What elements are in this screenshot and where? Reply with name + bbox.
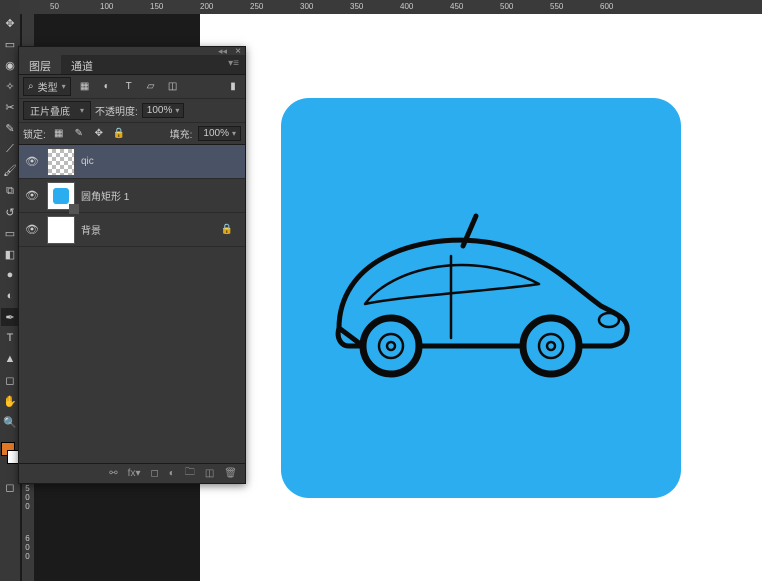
visibility-icon[interactable]: 👁 <box>23 155 41 168</box>
blend-mode-select[interactable]: 正片叠底 ▾ <box>23 101 91 120</box>
stamp-tool-icon[interactable]: ⧉ <box>1 182 19 200</box>
filter-shape-icon[interactable]: ▱ <box>143 79 159 95</box>
path-select-tool-icon[interactable]: ▲ <box>1 350 19 368</box>
dodge-tool-icon[interactable]: ◐ <box>1 287 19 305</box>
panel-header[interactable]: ◂◂ × <box>19 47 245 55</box>
link-layers-icon[interactable]: ⚯ <box>109 468 117 479</box>
shape-tool-icon[interactable]: ◻ <box>1 371 19 389</box>
layer-row[interactable]: 👁 qic <box>19 145 245 179</box>
fx-icon[interactable]: fx▾ <box>128 468 141 479</box>
group-icon[interactable]: 🗀 <box>185 465 195 482</box>
move-tool-icon[interactable]: ✥ <box>1 14 19 32</box>
lock-position-icon[interactable]: ✥ <box>92 127 106 141</box>
lock-indicator-icon: 🔒 <box>221 224 241 235</box>
filter-toggle-icon[interactable]: ▮ <box>225 79 241 95</box>
tools-toolbar: ✥ ▭ ◉ ✧ ✂ ✎ ⟋ 🖌 ⧉ ↺ ▭ ◧ ● ◐ ✒ T ▲ ◻ ✋ 🔍 … <box>0 0 20 581</box>
visibility-icon[interactable]: 👁 <box>23 189 41 202</box>
opacity-label: 不透明度: <box>95 103 138 118</box>
search-icon: ⌕ <box>28 81 34 92</box>
layers-footer: ⚯ fx▾ ◻ ◐ 🗀 ◫ 🗑 <box>19 463 245 483</box>
layer-thumbnail[interactable] <box>47 216 75 244</box>
layer-name[interactable]: 圆角矩形 1 <box>81 188 129 203</box>
photoshop-window: 50 100 150 200 250 300 350 400 450 500 5… <box>0 0 762 581</box>
fill-value: 100% <box>203 128 229 139</box>
layer-row[interactable]: 👁 圆角矩形 1 <box>19 179 245 213</box>
hand-tool-icon[interactable]: ✋ <box>1 392 19 410</box>
layer-row[interactable]: 👁 背景 🔒 <box>19 213 245 247</box>
rounded-rectangle-shape <box>281 98 681 498</box>
blend-mode-value: 正片叠底 <box>30 103 70 118</box>
color-swatches[interactable] <box>1 442 19 468</box>
chevron-down-icon: ▾ <box>232 129 236 138</box>
chevron-down-icon: ▾ <box>175 106 179 115</box>
opacity-value: 100% <box>147 105 173 116</box>
panel-tabs: 图层 通道 ▾≡ <box>19 55 245 75</box>
chevron-down-icon: ▾ <box>80 106 84 115</box>
blur-tool-icon[interactable]: ● <box>1 266 19 284</box>
eraser-tool-icon[interactable]: ▭ <box>1 224 19 242</box>
pen-tool-icon[interactable]: ✒ <box>1 308 19 326</box>
mask-icon[interactable]: ◻ <box>150 468 158 479</box>
lock-all-icon[interactable]: 🔒 <box>112 127 126 141</box>
tab-layers[interactable]: 图层 <box>19 55 61 74</box>
blend-row: 正片叠底 ▾ 不透明度: 100% ▾ <box>19 99 245 123</box>
history-brush-tool-icon[interactable]: ↺ <box>1 203 19 221</box>
layer-name[interactable]: 背景 <box>81 222 101 237</box>
filter-smart-icon[interactable]: ◫ <box>165 79 181 95</box>
filter-type-label: 类型 <box>38 79 58 94</box>
chevron-down-icon: ▾ <box>62 82 66 91</box>
fill-label: 填充: <box>170 126 193 141</box>
eyedropper-tool-icon[interactable]: ✎ <box>1 119 19 137</box>
filter-pixel-icon[interactable]: ▦ <box>77 79 93 95</box>
car-drawing <box>321 208 641 388</box>
marquee-tool-icon[interactable]: ▭ <box>1 35 19 53</box>
new-layer-icon[interactable]: ◫ <box>205 468 214 479</box>
zoom-tool-icon[interactable]: 🔍 <box>1 413 19 431</box>
lock-image-icon[interactable]: ✎ <box>72 127 86 141</box>
canvas[interactable] <box>200 14 762 581</box>
layer-name[interactable]: qic <box>81 156 94 167</box>
healing-tool-icon[interactable]: ⟋ <box>1 140 19 158</box>
fill-input[interactable]: 100% ▾ <box>198 126 241 141</box>
layer-thumbnail[interactable] <box>47 148 75 176</box>
brush-tool-icon[interactable]: 🖌 <box>1 161 19 179</box>
filter-adjust-icon[interactable]: ◐ <box>99 79 115 95</box>
visibility-icon[interactable]: 👁 <box>23 223 41 236</box>
filter-type-select[interactable]: ⌕ 类型 ▾ <box>23 77 71 96</box>
opacity-input[interactable]: 100% ▾ <box>142 103 185 118</box>
tab-channels[interactable]: 通道 <box>61 55 103 74</box>
delete-layer-icon[interactable]: 🗑 <box>224 468 237 479</box>
layer-filter-row: ⌕ 类型 ▾ ▦ ◐ T ▱ ◫ ▮ <box>19 75 245 99</box>
collapse-icon[interactable]: ◂◂ <box>218 46 227 57</box>
type-tool-icon[interactable]: T <box>1 329 19 347</box>
lock-transparency-icon[interactable]: ▦ <box>52 127 66 141</box>
crop-tool-icon[interactable]: ✂ <box>1 98 19 116</box>
lock-row: 锁定: ▦ ✎ ✥ 🔒 填充: 100% ▾ <box>19 123 245 145</box>
filter-type-icon[interactable]: T <box>121 79 137 95</box>
quickmask-tool-icon[interactable]: ◻ <box>1 478 19 496</box>
gradient-tool-icon[interactable]: ◧ <box>1 245 19 263</box>
close-icon[interactable]: × <box>235 46 241 57</box>
ruler-horizontal: 50 100 150 200 250 300 350 400 450 500 5… <box>20 0 762 14</box>
adjustment-icon[interactable]: ◐ <box>169 468 175 479</box>
layers-panel: ◂◂ × 图层 通道 ▾≡ ⌕ 类型 ▾ ▦ ◐ T ▱ ◫ ▮ 正片叠底 ▾ <box>18 46 246 484</box>
panel-menu-icon[interactable]: ▾≡ <box>222 55 245 74</box>
lasso-tool-icon[interactable]: ◉ <box>1 56 19 74</box>
layer-list: 👁 qic 👁 圆角矩形 1 👁 背景 🔒 <box>19 145 245 247</box>
layer-thumbnail[interactable] <box>47 182 75 210</box>
lock-label: 锁定: <box>23 126 46 141</box>
magic-wand-tool-icon[interactable]: ✧ <box>1 77 19 95</box>
vector-mask-thumb[interactable] <box>69 204 79 214</box>
